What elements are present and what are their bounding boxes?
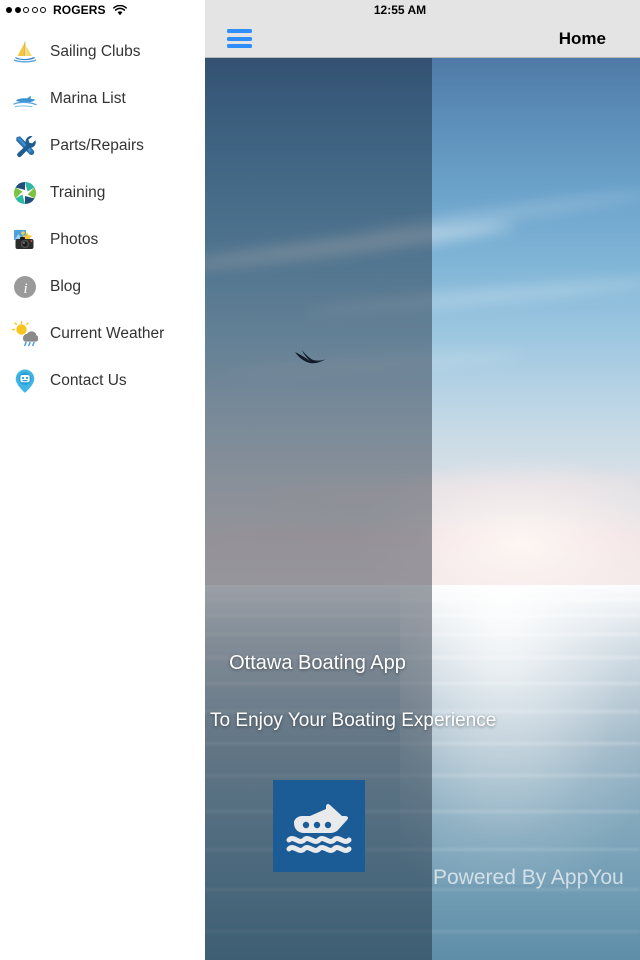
wifi-icon <box>112 4 127 15</box>
nav-bar: Home <box>205 20 640 58</box>
hamburger-icon[interactable] <box>227 29 252 48</box>
info-circle-icon: i <box>12 274 38 300</box>
sidebar-item-label: Contact Us <box>50 371 127 389</box>
pinwheel-icon <box>12 180 38 206</box>
sidebar-item-photos[interactable]: Photos <box>0 216 205 263</box>
sidebar-item-parts-repairs[interactable]: Parts/Repairs <box>0 122 205 169</box>
camera-icon <box>12 227 38 253</box>
sidebar-item-label: Marina List <box>50 89 126 107</box>
status-bar: ROGERS <box>0 0 205 20</box>
content-status-bar: 12:55 AM <box>205 0 640 20</box>
sidebar-item-label: Parts/Repairs <box>50 136 144 154</box>
carrier-label: ROGERS <box>53 3 106 17</box>
sidebar-item-contact-us[interactable]: Contact Us <box>0 357 205 404</box>
page-title: Home <box>558 28 606 48</box>
yacht-waves-logo-icon <box>286 803 352 853</box>
sidebar-item-label: Training <box>50 183 106 201</box>
sidebar-item-label: Current Weather <box>50 324 165 342</box>
signal-strength-indicator <box>6 7 46 13</box>
sidebar-item-blog[interactable]: i Blog <box>0 263 205 310</box>
sun-rain-cloud-icon <box>12 320 38 347</box>
sailboat-icon <box>12 39 38 65</box>
svg-text:i: i <box>24 281 28 297</box>
sidebar-item-label: Sailing Clubs <box>50 42 141 60</box>
sidebar-item-label: Blog <box>50 277 82 295</box>
wrench-screwdriver-icon <box>12 133 38 159</box>
sidebar-item-training[interactable]: Training <box>0 169 205 216</box>
map-pin-face-icon <box>12 368 38 394</box>
app-logo <box>273 780 365 872</box>
sidebar-item-current-weather[interactable]: Current Weather <box>0 310 205 357</box>
content-pane: Ottawa Boating App Helping You To Enjoy … <box>205 0 640 960</box>
clock-label: 12:55 AM <box>373 3 427 17</box>
sidebar-item-sailing-clubs[interactable]: Sailing Clubs <box>0 28 205 75</box>
motorboat-icon <box>12 86 38 112</box>
sun-reflection <box>400 585 640 885</box>
navigation-drawer: ROGERS Sailing Clubs Marina List Parts/R… <box>0 0 205 960</box>
sidebar-item-label: Photos <box>50 230 99 248</box>
sidebar-item-marina-list[interactable]: Marina List <box>0 75 205 122</box>
footer-credit: Powered By AppYou <box>433 866 624 889</box>
sidebar-menu-list: Sailing Clubs Marina List Parts/Repairs … <box>0 20 205 404</box>
